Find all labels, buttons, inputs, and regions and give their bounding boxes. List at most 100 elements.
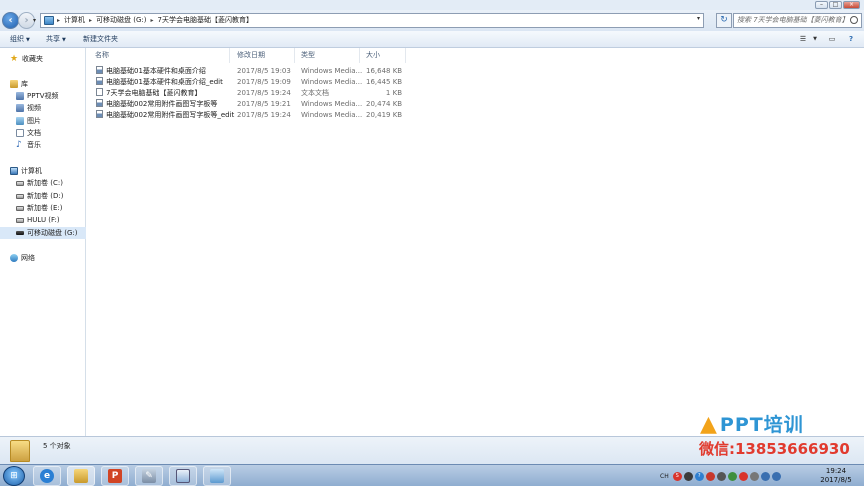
file-row[interactable]: 电脑基础002常用附件画图写字板等 2017/8/5 19:21 Windows… — [94, 99, 404, 110]
share-button[interactable]: 共享 ▼ — [46, 34, 66, 46]
video-library-icon — [16, 92, 24, 100]
column-header-type[interactable]: 类型 — [301, 50, 315, 60]
nav-computer[interactable]: 计算机 — [0, 165, 86, 177]
tray-icon[interactable] — [705, 471, 715, 481]
navigation-pane: ★ 收藏夹 库 PPTV视频 视频 图片 文档 ♪ 音乐 计算机 新加卷 (C:) … — [0, 48, 86, 436]
nav-library-pictures[interactable]: 图片 — [0, 115, 86, 127]
breadcrumb-drive-g[interactable]: 可移动磁盘 (G:) — [92, 14, 150, 27]
file-type: Windows Media... — [301, 67, 363, 75]
video-file-icon — [96, 66, 103, 74]
column-divider[interactable] — [294, 48, 295, 63]
taskbar-ie[interactable]: e — [33, 466, 61, 486]
documents-icon — [16, 129, 24, 137]
view-options-icon[interactable]: ☰ — [797, 34, 809, 44]
column-header-name[interactable]: 名称 — [95, 50, 109, 60]
taskbar-explorer[interactable] — [67, 466, 95, 486]
file-name: 7天学会电脑基础【菱闪教育】 — [106, 89, 202, 97]
back-button[interactable]: ‹ — [2, 12, 19, 29]
nav-drive-e[interactable]: 新加卷 (E:) — [0, 202, 86, 214]
system-tray: CH S ? — [660, 467, 781, 485]
column-divider[interactable] — [229, 48, 230, 63]
chevron-down-icon[interactable]: ▼ — [809, 34, 821, 44]
nav-favorites[interactable]: ★ 收藏夹 — [0, 53, 86, 65]
nav-item-label: PPTV视频 — [27, 92, 59, 100]
column-header-size[interactable]: 大小 — [366, 50, 380, 60]
clock[interactable]: 19:24 2017/8/5 — [812, 467, 860, 485]
nav-item-label: HULU (F:) — [27, 216, 60, 224]
new-folder-button[interactable]: 新建文件夹 — [83, 34, 118, 45]
folder-icon — [10, 440, 30, 462]
breadcrumb-computer[interactable]: 计算机 — [60, 14, 89, 27]
taskbar-app[interactable] — [203, 466, 231, 486]
nav-drive-f[interactable]: HULU (F:) — [0, 214, 86, 226]
maximize-button[interactable]: □ — [829, 1, 842, 9]
library-icon — [10, 80, 18, 88]
file-row[interactable]: 电脑基础01基本硬件和桌面介绍 2017/8/5 19:03 Windows M… — [94, 66, 404, 77]
nav-network-label: 网络 — [21, 254, 35, 262]
nav-drive-g[interactable]: 可移动磁盘 (G:) — [0, 227, 86, 239]
minimize-button[interactable]: – — [815, 1, 828, 9]
nav-computer-label: 计算机 — [21, 167, 42, 175]
star-icon: ★ — [10, 54, 19, 64]
nav-network[interactable]: 网络 — [0, 252, 86, 264]
music-icon: ♪ — [16, 140, 22, 150]
chevron-down-icon[interactable]: ▾ — [697, 15, 700, 22]
column-divider[interactable] — [405, 48, 406, 63]
close-button[interactable]: × — [843, 1, 860, 9]
file-row[interactable]: 7天学会电脑基础【菱闪教育】 2017/8/5 19:24 文本文档 1 KB — [94, 88, 404, 99]
command-bar: 组织 ▼ 共享 ▼ 新建文件夹 ☰ ▼ ▭ ? — [0, 31, 864, 48]
nav-library-pptv[interactable]: PPTV视频 — [0, 90, 86, 102]
search-icon[interactable] — [850, 16, 858, 24]
taskbar-app[interactable] — [169, 466, 197, 486]
nav-library-videos[interactable]: 视频 — [0, 102, 86, 114]
video-file-icon — [96, 99, 103, 107]
clock-date: 2017/8/5 — [820, 476, 852, 484]
item-count: 5 个对象 — [43, 442, 71, 450]
tray-icon[interactable] — [683, 471, 693, 481]
organize-button[interactable]: 组织 ▼ — [10, 34, 30, 46]
nav-item-label: 可移动磁盘 (G:) — [27, 229, 78, 237]
help-icon[interactable]: ? — [694, 471, 704, 481]
file-type: Windows Media... — [301, 100, 363, 108]
start-button[interactable]: ⊞ — [3, 466, 25, 486]
network-icon[interactable] — [760, 471, 770, 481]
recent-pages-dropdown[interactable]: ▾ — [33, 17, 36, 24]
address-bar[interactable]: ▸ 计算机 ▸ 可移动磁盘 (G:) ▸ 7天学会电脑基础【菱闪教育】 ▾ — [40, 13, 704, 28]
input-language[interactable]: CH — [660, 473, 669, 480]
preview-pane-icon[interactable]: ▭ — [826, 34, 838, 44]
tray-icon[interactable] — [738, 471, 748, 481]
volume-icon[interactable] — [771, 471, 781, 481]
column-divider[interactable] — [359, 48, 360, 63]
ime-icon[interactable]: S — [672, 471, 682, 481]
file-row[interactable]: 电脑基础002常用附件画图写字板等_edit 2017/8/5 19:24 Wi… — [94, 110, 404, 121]
title-bar: – □ × — [0, 0, 864, 10]
watermark-brand: ▲ PPT培训 — [700, 410, 804, 437]
tray-icon[interactable] — [749, 471, 759, 481]
search-placeholder: 搜索 7天学会电脑基础【菱闪教育】 — [737, 16, 849, 24]
computer-icon — [44, 16, 54, 25]
breadcrumb-current-folder[interactable]: 7天学会电脑基础【菱闪教育】 — [154, 14, 257, 27]
powerpoint-icon: P — [108, 469, 122, 483]
nav-item-label: 图片 — [27, 117, 41, 125]
pen-tool-icon: ✎ — [142, 469, 156, 483]
file-row[interactable]: 电脑基础01基本硬件和桌面介绍_edit 2017/8/5 19:09 Wind… — [94, 77, 404, 88]
nav-library-documents[interactable]: 文档 — [0, 127, 86, 139]
nav-libraries[interactable]: 库 — [0, 78, 86, 90]
refresh-button[interactable]: ↻ — [716, 13, 732, 28]
network-icon — [10, 254, 18, 262]
nav-drive-d[interactable]: 新加卷 (D:) — [0, 190, 86, 202]
taskbar-app[interactable]: ✎ — [135, 466, 163, 486]
logo-icon: ▲ — [700, 412, 718, 437]
tray-icon[interactable] — [716, 471, 726, 481]
file-name: 电脑基础002常用附件画图写字板等_edit — [106, 111, 235, 119]
file-type: Windows Media... — [301, 111, 363, 119]
nav-library-music[interactable]: ♪ 音乐 — [0, 139, 86, 151]
help-icon[interactable]: ? — [845, 34, 857, 44]
nav-item-label: 新加卷 (E:) — [27, 204, 63, 212]
file-type: 文本文档 — [301, 89, 329, 97]
tray-icon[interactable] — [727, 471, 737, 481]
search-input[interactable]: 搜索 7天学会电脑基础【菱闪教育】 — [733, 13, 862, 28]
taskbar-powerpoint[interactable]: P — [101, 466, 129, 486]
nav-drive-c[interactable]: 新加卷 (C:) — [0, 177, 86, 189]
column-header-date[interactable]: 修改日期 — [237, 50, 265, 60]
